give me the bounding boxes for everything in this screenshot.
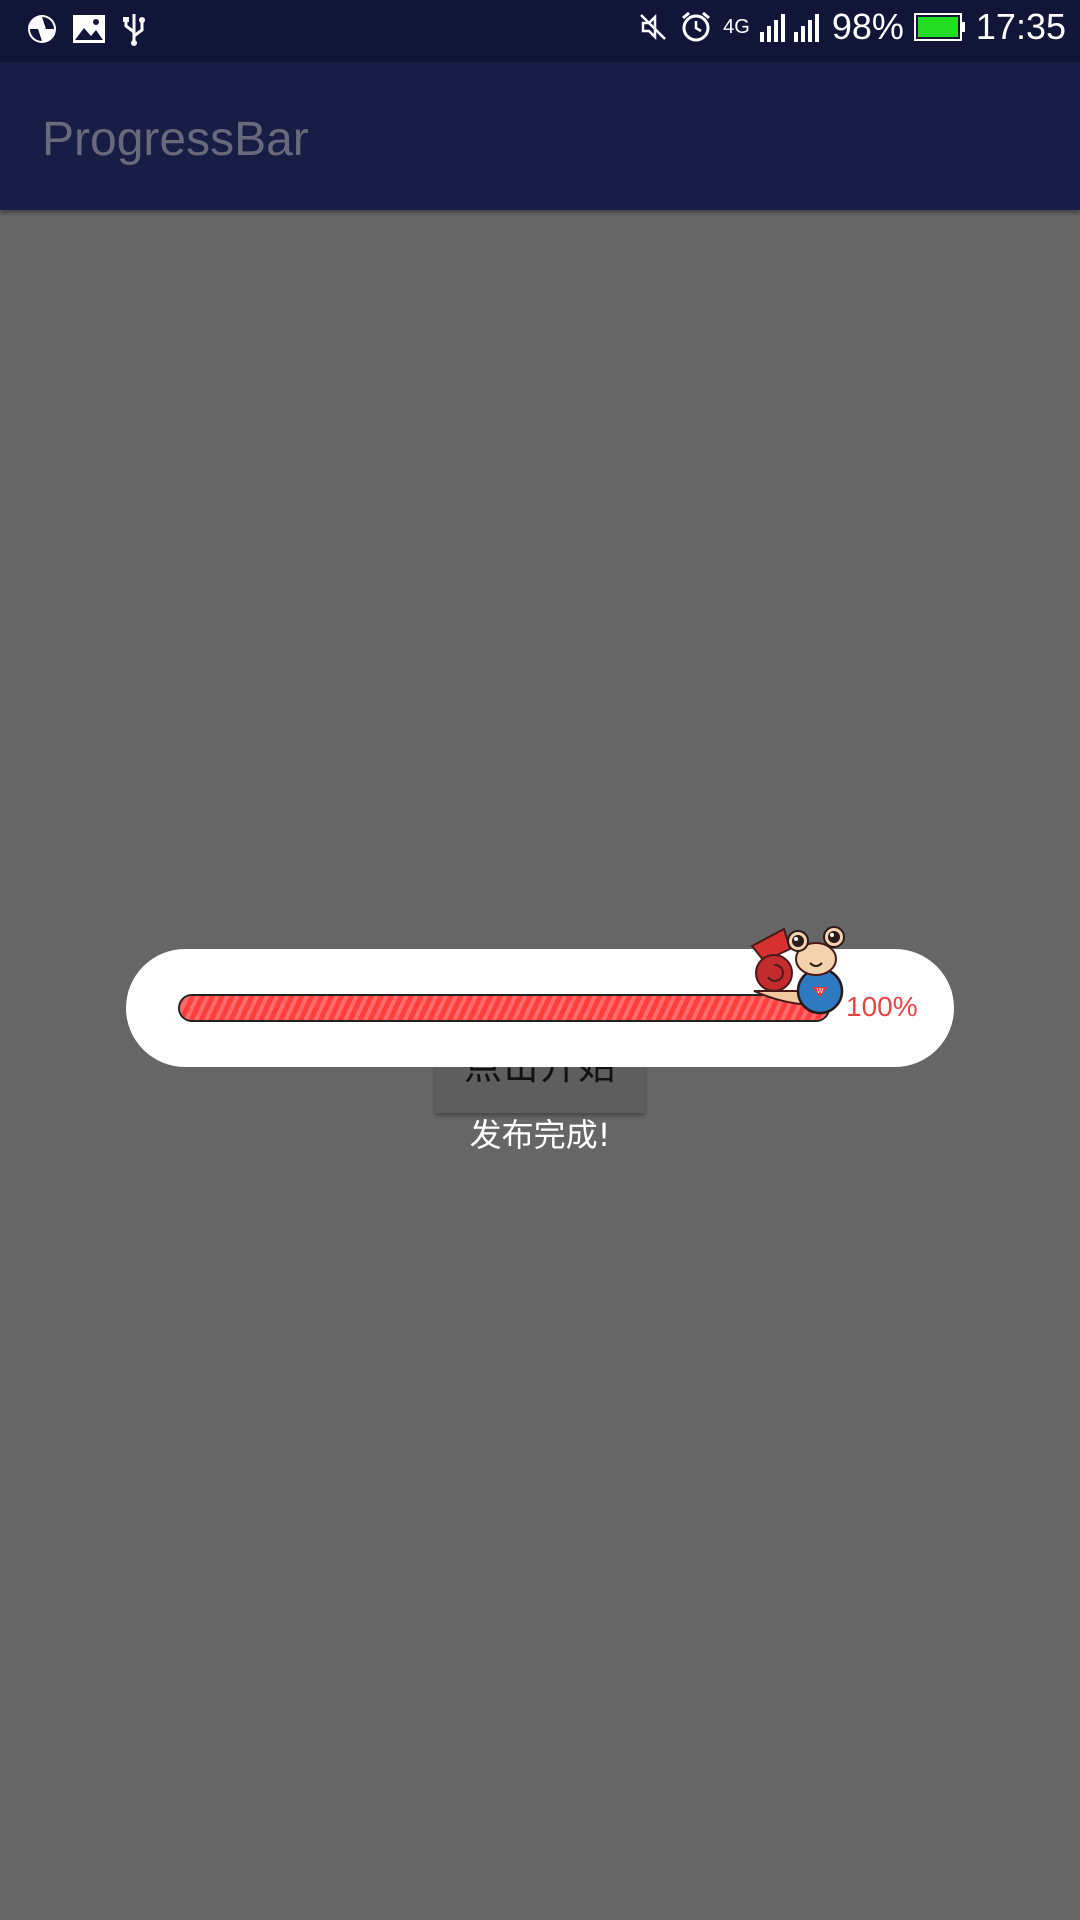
app-bar: ProgressBar xyxy=(0,62,1080,210)
image-icon xyxy=(73,15,105,43)
clock: 17:35 xyxy=(975,6,1066,47)
page-title: ProgressBar xyxy=(42,113,309,166)
mute-icon xyxy=(640,13,667,41)
progress-dialog: W 100% xyxy=(126,926,954,1067)
battery-icon xyxy=(913,13,965,41)
sync-icon xyxy=(28,15,56,43)
svg-text:W: W xyxy=(817,988,824,995)
signal-icon xyxy=(759,14,819,42)
progress-percent: 100% xyxy=(846,991,918,1022)
progress-fill xyxy=(180,996,828,1020)
alarm-icon xyxy=(682,11,711,42)
usb-icon xyxy=(123,14,145,46)
network-type: 4G xyxy=(723,15,750,38)
snail-mascot-icon: W xyxy=(750,926,845,1015)
progress-track xyxy=(178,994,830,1022)
toast-message: 发布完成! xyxy=(469,1116,611,1154)
status-bar: 4G 98% 17:35 xyxy=(0,0,1080,62)
battery-percent: 98% xyxy=(831,6,904,47)
